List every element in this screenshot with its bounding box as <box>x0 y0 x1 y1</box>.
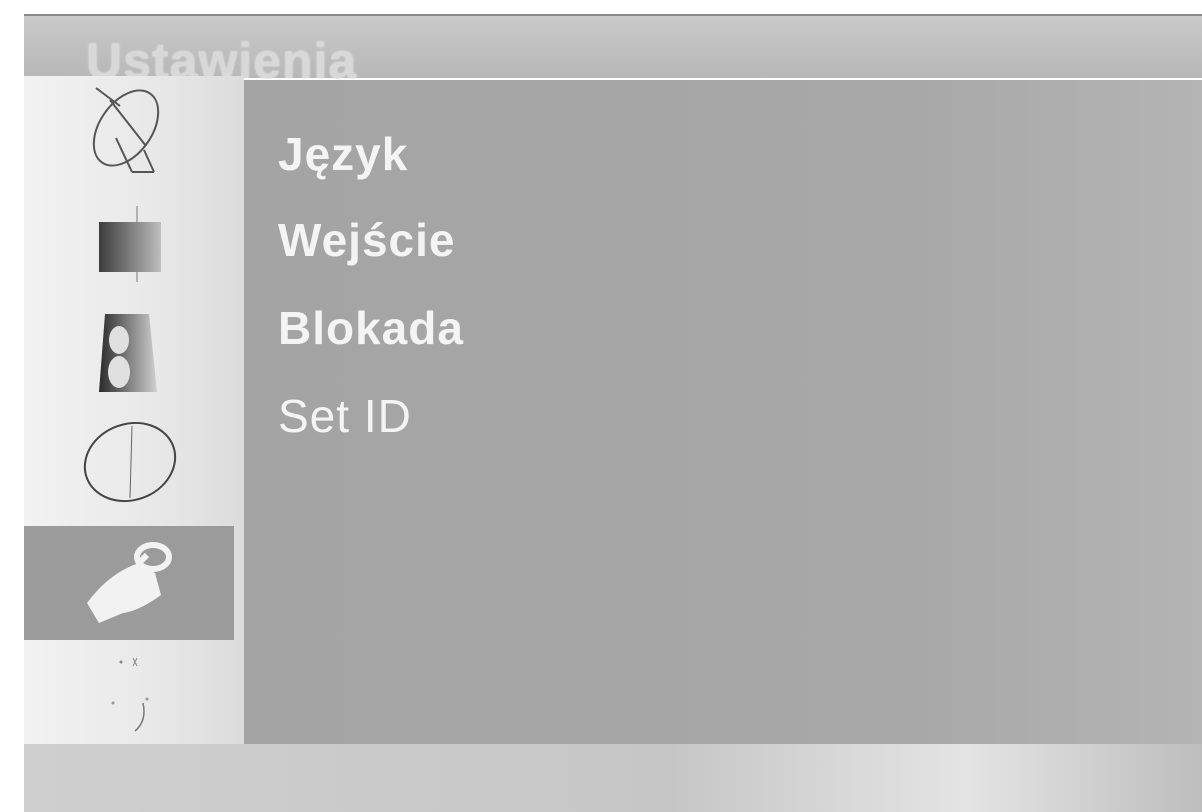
sidebar-item-more[interactable] <box>24 686 234 742</box>
menu-item-input[interactable]: Wejście <box>278 210 455 270</box>
sidebar-item-time[interactable] <box>24 408 234 512</box>
sidebar <box>24 76 244 744</box>
menu-item-set-id[interactable]: Set ID <box>278 386 412 446</box>
menu-item-language[interactable]: Język <box>278 124 408 184</box>
menu-panel: Język Wejście Blokada Set ID <box>244 80 1202 744</box>
bottom-bar <box>24 744 1202 812</box>
small-glyph-icon <box>119 657 138 667</box>
setup-key-icon <box>87 542 172 623</box>
partial-circle-icon <box>111 697 149 732</box>
time-icon <box>83 421 177 503</box>
menu-item-lock[interactable]: Blokada <box>278 298 464 358</box>
sidebar-item-setup[interactable] <box>24 526 234 640</box>
sidebar-item-channel[interactable] <box>24 78 234 182</box>
sound-icon <box>99 314 157 392</box>
sidebar-item-sound[interactable] <box>24 298 234 402</box>
picture-icon <box>99 206 161 282</box>
osd-window: Ustawienia Język Wejście Blokada Set ID <box>0 0 1202 812</box>
title-bar: Ustawienia <box>24 14 1202 89</box>
sidebar-item-extra[interactable] <box>24 642 234 682</box>
sidebar-item-picture[interactable] <box>24 192 234 296</box>
satellite-dish-icon <box>92 87 160 173</box>
